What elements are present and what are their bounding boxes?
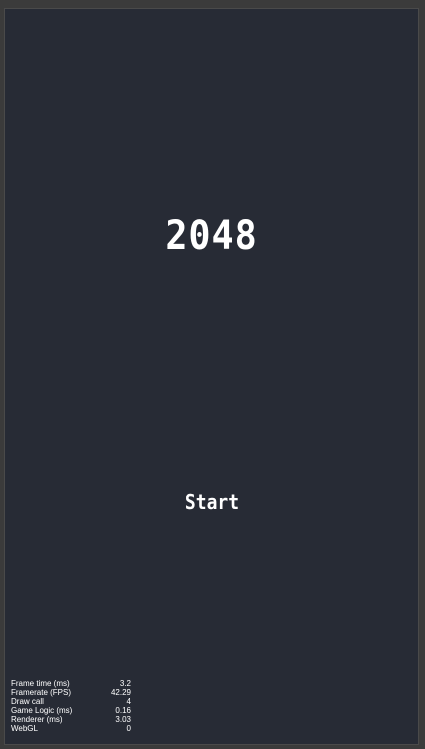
stat-value: 42.29 <box>110 688 131 697</box>
stat-label: Frame time (ms) <box>11 679 70 688</box>
game-canvas[interactable]: 2048 Start Frame time (ms) 3.2 Framerate… <box>4 8 419 745</box>
stat-label: Framerate (FPS) <box>11 688 72 697</box>
stat-value: 0 <box>126 724 131 733</box>
game-title: 2048 <box>165 213 258 259</box>
stat-row-renderer: Renderer (ms) 3.03 <box>11 715 131 724</box>
stat-value: 0.16 <box>115 706 131 715</box>
stat-row-draw-call: Draw call 4 <box>11 697 131 706</box>
stat-value: 4 <box>126 697 131 706</box>
stat-row-framerate: Framerate (FPS) 42.29 <box>11 688 131 697</box>
stat-value: 3.2 <box>119 679 131 688</box>
stat-label: Draw call <box>11 697 44 706</box>
stat-label: WebGL <box>11 724 38 733</box>
stat-row-game-logic: Game Logic (ms) 0.16 <box>11 706 131 715</box>
stats-panel: Frame time (ms) 3.2 Framerate (FPS) 42.2… <box>11 679 131 733</box>
stat-label: Game Logic (ms) <box>11 706 73 715</box>
stat-row-frame-time: Frame time (ms) 3.2 <box>11 679 131 688</box>
start-button[interactable]: Start <box>179 487 246 517</box>
stat-row-webgl: WebGL 0 <box>11 724 131 733</box>
stat-value: 3.03 <box>115 715 131 724</box>
stat-label: Renderer (ms) <box>11 715 63 724</box>
